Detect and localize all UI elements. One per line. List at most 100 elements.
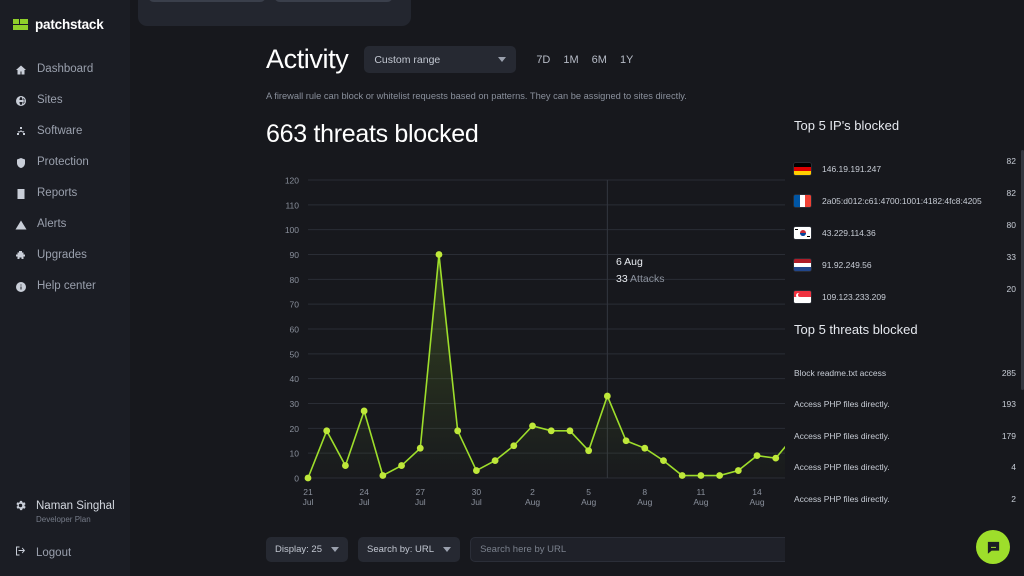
gear-icon (14, 499, 27, 517)
svg-text:50: 50 (290, 349, 300, 359)
svg-text:Jul: Jul (303, 497, 314, 507)
quick-range-1m[interactable]: 1M (563, 54, 578, 66)
list-item[interactable]: Access PHP files directly. 2 (794, 483, 1016, 515)
svg-text:40: 40 (290, 374, 300, 384)
sidebar-item-label: Reports (37, 188, 77, 200)
range-select[interactable]: Custom range (364, 46, 516, 73)
threat-count: 179 (1002, 431, 1016, 441)
threats-blocked-stat: 663 threats blocked (266, 120, 479, 149)
top-ips-list: 146.19.191.247 82 2a05:d012:c61:4700:100… (794, 153, 1016, 313)
date-picker-field-end[interactable] (274, 0, 393, 2)
sidebar-item-label: Sites (37, 95, 63, 107)
svg-text:Aug: Aug (581, 497, 596, 507)
svg-text:120: 120 (285, 176, 299, 186)
svg-text:70: 70 (290, 300, 300, 310)
flag-singapore-icon (794, 291, 811, 303)
list-item[interactable]: Access PHP files directly. 4 (794, 452, 1016, 484)
ip-count: 82 (1007, 153, 1016, 166)
ip-address: 2a05:d012:c61:4700:1001:4182:4fc8:4205 (822, 196, 1007, 206)
sidebar-item-label: Alerts (37, 219, 66, 231)
svg-text:30: 30 (472, 487, 482, 497)
sidebar-user-account[interactable]: Naman Singhal Developer Plan (0, 499, 130, 524)
top-threats-title: Top 5 threats blocked (794, 322, 1016, 337)
top-threats-panel: Top 5 threats blocked Block readme.txt a… (794, 322, 1016, 515)
sidebar-item-label: Dashboard (37, 64, 93, 76)
search-by-select[interactable]: Search by: URL (358, 537, 460, 562)
puzzle-icon (14, 249, 27, 262)
list-item[interactable]: 146.19.191.247 82 (794, 153, 1016, 185)
threat-name: Access PHP files directly. (794, 399, 890, 409)
sidebar-item-help-center[interactable]: Help center (0, 271, 130, 302)
quick-range-6m[interactable]: 6M (592, 54, 607, 66)
brand-logo[interactable]: patchstack (0, 0, 130, 32)
sidebar-item-alerts[interactable]: Alerts (0, 209, 130, 240)
user-plan: Developer Plan (36, 515, 115, 524)
list-item[interactable]: 2a05:d012:c61:4700:1001:4182:4fc8:4205 8… (794, 185, 1016, 217)
svg-text:Aug: Aug (637, 497, 652, 507)
list-item[interactable]: 43.229.114.36 80 (794, 217, 1016, 249)
sidebar-item-reports[interactable]: Reports (0, 178, 130, 209)
app-root: patchstack Dashboard Sites Software Prot… (0, 0, 1024, 576)
logout-button[interactable]: Logout (0, 545, 130, 560)
svg-text:60: 60 (290, 325, 300, 335)
list-item[interactable]: Access PHP files directly. 179 (794, 420, 1016, 452)
sidebar-item-protection[interactable]: Protection (0, 147, 130, 178)
svg-text:Aug: Aug (693, 497, 708, 507)
sidebar-item-sites[interactable]: Sites (0, 85, 130, 116)
list-item[interactable]: Block readme.txt access 285 (794, 357, 1016, 389)
logout-label: Logout (36, 547, 71, 559)
range-select-value: Custom range (374, 54, 440, 66)
search-by-label: Search by: URL (367, 544, 434, 555)
svg-text:100: 100 (285, 225, 299, 235)
svg-text:0: 0 (294, 474, 299, 484)
threat-count: 2 (1011, 494, 1016, 504)
info-icon (14, 280, 27, 293)
globe-icon (14, 94, 27, 107)
svg-text:Aug: Aug (525, 497, 540, 507)
chart-tooltip: 6 Aug 33 Attacks (616, 256, 664, 285)
tooltip-value-number: 33 (616, 273, 628, 285)
flag-germany-icon (794, 163, 811, 175)
chat-bubble-icon (986, 540, 1001, 555)
svg-text:30: 30 (290, 399, 300, 409)
shield-icon (14, 156, 27, 169)
ip-address: 43.229.114.36 (822, 228, 1007, 238)
svg-text:Jul: Jul (415, 497, 426, 507)
tooltip-date: 6 Aug (616, 256, 664, 268)
quick-range-7d[interactable]: 7D (536, 54, 550, 66)
svg-text:80: 80 (290, 275, 300, 285)
list-item[interactable]: Access PHP files directly. 193 (794, 389, 1016, 421)
page-subtitle: A firewall rule can block or whitelist r… (266, 91, 687, 101)
top-ips-title: Top 5 IP's blocked (794, 118, 1016, 133)
list-item[interactable]: 91.92.249.56 33 (794, 249, 1016, 281)
ip-address: 146.19.191.247 (822, 164, 1007, 174)
floating-date-picker-panel[interactable] (138, 0, 411, 26)
alert-triangle-icon (14, 218, 27, 231)
display-count-select[interactable]: Display: 25 (266, 537, 348, 562)
top-ips-panel: Top 5 IP's blocked 146.19.191.247 82 (794, 118, 1016, 313)
svg-text:11: 11 (696, 487, 705, 497)
sidebar-item-upgrades[interactable]: Upgrades (0, 240, 130, 271)
quick-range-1y[interactable]: 1Y (620, 54, 633, 66)
chat-widget-button[interactable] (976, 530, 1010, 564)
sidebar-item-software[interactable]: Software (0, 116, 130, 147)
chevron-down-icon (498, 57, 506, 62)
date-picker-field-start[interactable] (148, 0, 266, 2)
quick-range-buttons: 7D 1M 6M 1Y (536, 54, 633, 66)
sidebar-item-dashboard[interactable]: Dashboard (0, 54, 130, 85)
top-threats-list: Block readme.txt access 285 Access PHP f… (794, 357, 1016, 515)
ip-count: 80 (1007, 217, 1016, 230)
threat-name: Access PHP files directly. (794, 462, 890, 472)
svg-text:20: 20 (290, 424, 300, 434)
list-item[interactable]: 109.123.233.209 20 (794, 281, 1016, 313)
sidebar: patchstack Dashboard Sites Software Prot… (0, 0, 130, 576)
svg-text:5: 5 (586, 487, 591, 497)
sitemap-icon (14, 125, 27, 138)
sidebar-item-label: Upgrades (37, 250, 87, 262)
svg-text:27: 27 (416, 487, 426, 497)
ip-count: 82 (1007, 185, 1016, 198)
right-sidebar: Top 5 IP's blocked 146.19.191.247 82 (785, 0, 1024, 576)
sidebar-item-label: Software (37, 126, 82, 138)
report-icon (14, 187, 27, 200)
chevron-down-icon (331, 547, 339, 552)
